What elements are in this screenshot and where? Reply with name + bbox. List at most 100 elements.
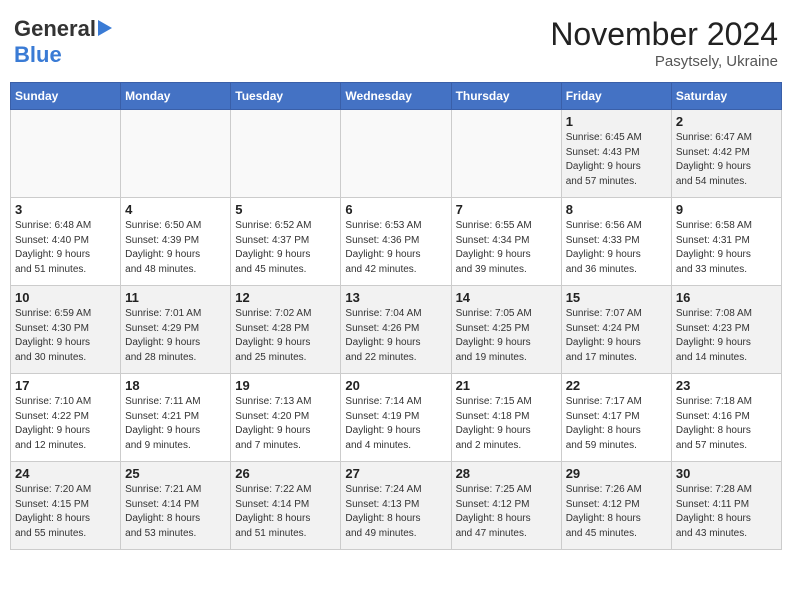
- header-row: SundayMondayTuesdayWednesdayThursdayFrid…: [11, 83, 782, 110]
- day-info: Sunrise: 7:14 AM Sunset: 4:19 PM Dayligh…: [345, 395, 446, 453]
- calendar-cell: 14Sunrise: 7:05 AM Sunset: 4:25 PM Dayli…: [451, 286, 561, 374]
- day-number: 27: [345, 466, 446, 481]
- calendar-cell: 28 Sunrise: 7:25 AM Sunset: 4:12 PM Dayli…: [451, 462, 561, 550]
- day-number: 20: [345, 378, 446, 393]
- day-header-thursday: Thursday: [451, 83, 561, 110]
- calendar-cell: [451, 110, 561, 198]
- calendar-cell: 4Sunrise: 6:50 AM Sunset: 4:39 PM Daylig…: [121, 198, 231, 286]
- logo-general: General: [14, 16, 96, 42]
- day-number: 11: [125, 290, 226, 305]
- day-number: 28: [456, 466, 557, 481]
- month-title: November 2024: [550, 16, 778, 53]
- calendar-cell: 3Sunrise: 6:48 AM Sunset: 4:40 PM Daylig…: [11, 198, 121, 286]
- calendar-body: 1Sunrise: 6:45 AM Sunset: 4:43 PM Daylig…: [11, 110, 782, 550]
- calendar-week-3: 10 Sunrise: 6:59 AM Sunset: 4:30 PM Dayli…: [11, 286, 782, 374]
- calendar-cell: [121, 110, 231, 198]
- calendar-week-4: 17Sunrise: 7:10 AM Sunset: 4:22 PM Dayli…: [11, 374, 782, 462]
- calendar-cell: 5 Sunrise: 6:52 AM Sunset: 4:37 PM Daylig…: [231, 198, 341, 286]
- day-info: Sunrise: 6:59 AM Sunset: 4:30 PM Dayligh…: [15, 307, 116, 365]
- calendar-cell: 2 Sunrise: 6:47 AM Sunset: 4:42 PM Daylig…: [671, 110, 781, 198]
- day-number: 9: [676, 202, 777, 217]
- calendar-cell: 30 Sunrise: 7:28 AM Sunset: 4:11 PM Dayli…: [671, 462, 781, 550]
- day-number: 22: [566, 378, 667, 393]
- day-info: Sunrise: 6:52 AM Sunset: 4:37 PM Dayligh…: [235, 219, 336, 277]
- calendar-cell: 24 Sunrise: 7:20 AM Sunset: 4:15 PM Dayli…: [11, 462, 121, 550]
- day-info: Sunrise: 7:08 AM Sunset: 4:23 PM Dayligh…: [676, 307, 777, 365]
- day-number: 13: [345, 290, 446, 305]
- calendar-cell: 10 Sunrise: 6:59 AM Sunset: 4:30 PM Dayli…: [11, 286, 121, 374]
- day-info: Sunrise: 7:01 AM Sunset: 4:29 PM Dayligh…: [125, 307, 226, 365]
- day-info: Sunrise: 7:15 AM Sunset: 4:18 PM Dayligh…: [456, 395, 557, 453]
- day-info: Sunrise: 6:50 AM Sunset: 4:39 PM Dayligh…: [125, 219, 226, 277]
- day-info: Sunrise: 7:24 AM Sunset: 4:13 PM Dayligh…: [345, 483, 446, 541]
- calendar-cell: 21 Sunrise: 7:15 AM Sunset: 4:18 PM Dayli…: [451, 374, 561, 462]
- day-number: 10: [15, 290, 116, 305]
- day-header-tuesday: Tuesday: [231, 83, 341, 110]
- logo-arrow-icon: [98, 20, 112, 41]
- day-info: Sunrise: 7:04 AM Sunset: 4:26 PM Dayligh…: [345, 307, 446, 365]
- day-info: Sunrise: 7:10 AM Sunset: 4:22 PM Dayligh…: [15, 395, 116, 453]
- day-info: Sunrise: 7:13 AM Sunset: 4:20 PM Dayligh…: [235, 395, 336, 453]
- calendar-cell: 25 Sunrise: 7:21 AM Sunset: 4:14 PM Dayli…: [121, 462, 231, 550]
- day-header-wednesday: Wednesday: [341, 83, 451, 110]
- day-number: 19: [235, 378, 336, 393]
- day-info: Sunrise: 7:20 AM Sunset: 4:15 PM Dayligh…: [15, 483, 116, 541]
- calendar-header: SundayMondayTuesdayWednesdayThursdayFrid…: [11, 83, 782, 110]
- day-info: Sunrise: 6:55 AM Sunset: 4:34 PM Dayligh…: [456, 219, 557, 277]
- calendar-cell: [11, 110, 121, 198]
- day-info: Sunrise: 7:18 AM Sunset: 4:16 PM Dayligh…: [676, 395, 777, 453]
- day-number: 5: [235, 202, 336, 217]
- day-header-saturday: Saturday: [671, 83, 781, 110]
- day-info: Sunrise: 7:22 AM Sunset: 4:14 PM Dayligh…: [235, 483, 336, 541]
- day-number: 14: [456, 290, 557, 305]
- day-info: Sunrise: 7:07 AM Sunset: 4:24 PM Dayligh…: [566, 307, 667, 365]
- location: Pasytsely, Ukraine: [550, 53, 778, 70]
- day-info: Sunrise: 6:53 AM Sunset: 4:36 PM Dayligh…: [345, 219, 446, 277]
- day-number: 26: [235, 466, 336, 481]
- calendar-cell: [231, 110, 341, 198]
- calendar-cell: 8 Sunrise: 6:56 AM Sunset: 4:33 PM Daylig…: [561, 198, 671, 286]
- title-block: November 2024 Pasytsely, Ukraine: [550, 16, 778, 70]
- day-number: 8: [566, 202, 667, 217]
- logo: General Blue: [14, 16, 112, 68]
- calendar-cell: 22 Sunrise: 7:17 AM Sunset: 4:17 PM Dayli…: [561, 374, 671, 462]
- day-number: 30: [676, 466, 777, 481]
- day-number: 24: [15, 466, 116, 481]
- day-number: 23: [676, 378, 777, 393]
- page-header: General Blue November 2024 Pasytsely, Uk…: [10, 10, 782, 76]
- calendar-week-2: 3Sunrise: 6:48 AM Sunset: 4:40 PM Daylig…: [11, 198, 782, 286]
- calendar-cell: 17Sunrise: 7:10 AM Sunset: 4:22 PM Dayli…: [11, 374, 121, 462]
- day-number: 3: [15, 202, 116, 217]
- calendar-cell: 18 Sunrise: 7:11 AM Sunset: 4:21 PM Dayli…: [121, 374, 231, 462]
- calendar-cell: 23 Sunrise: 7:18 AM Sunset: 4:16 PM Dayli…: [671, 374, 781, 462]
- calendar-cell: 9Sunrise: 6:58 AM Sunset: 4:31 PM Daylig…: [671, 198, 781, 286]
- day-info: Sunrise: 7:21 AM Sunset: 4:14 PM Dayligh…: [125, 483, 226, 541]
- day-info: Sunrise: 7:28 AM Sunset: 4:11 PM Dayligh…: [676, 483, 777, 541]
- day-number: 16: [676, 290, 777, 305]
- day-number: 2: [676, 114, 777, 129]
- calendar-table: SundayMondayTuesdayWednesdayThursdayFrid…: [10, 82, 782, 550]
- calendar-cell: 7Sunrise: 6:55 AM Sunset: 4:34 PM Daylig…: [451, 198, 561, 286]
- calendar-cell: 27 Sunrise: 7:24 AM Sunset: 4:13 PM Dayli…: [341, 462, 451, 550]
- calendar-cell: 29 Sunrise: 7:26 AM Sunset: 4:12 PM Dayli…: [561, 462, 671, 550]
- day-number: 29: [566, 466, 667, 481]
- calendar-cell: 6Sunrise: 6:53 AM Sunset: 4:36 PM Daylig…: [341, 198, 451, 286]
- day-header-sunday: Sunday: [11, 83, 121, 110]
- calendar-cell: 15 Sunrise: 7:07 AM Sunset: 4:24 PM Dayli…: [561, 286, 671, 374]
- calendar-cell: 16 Sunrise: 7:08 AM Sunset: 4:23 PM Dayli…: [671, 286, 781, 374]
- day-info: Sunrise: 6:56 AM Sunset: 4:33 PM Dayligh…: [566, 219, 667, 277]
- day-number: 21: [456, 378, 557, 393]
- day-info: Sunrise: 6:47 AM Sunset: 4:42 PM Dayligh…: [676, 131, 777, 189]
- day-info: Sunrise: 7:26 AM Sunset: 4:12 PM Dayligh…: [566, 483, 667, 541]
- day-info: Sunrise: 7:17 AM Sunset: 4:17 PM Dayligh…: [566, 395, 667, 453]
- calendar-week-5: 24 Sunrise: 7:20 AM Sunset: 4:15 PM Dayli…: [11, 462, 782, 550]
- day-number: 15: [566, 290, 667, 305]
- day-number: 18: [125, 378, 226, 393]
- day-header-monday: Monday: [121, 83, 231, 110]
- day-info: Sunrise: 6:45 AM Sunset: 4:43 PM Dayligh…: [566, 131, 667, 189]
- day-info: Sunrise: 7:11 AM Sunset: 4:21 PM Dayligh…: [125, 395, 226, 453]
- calendar-cell: 20 Sunrise: 7:14 AM Sunset: 4:19 PM Dayli…: [341, 374, 451, 462]
- day-info: Sunrise: 7:25 AM Sunset: 4:12 PM Dayligh…: [456, 483, 557, 541]
- day-number: 25: [125, 466, 226, 481]
- calendar-cell: 12Sunrise: 7:02 AM Sunset: 4:28 PM Dayli…: [231, 286, 341, 374]
